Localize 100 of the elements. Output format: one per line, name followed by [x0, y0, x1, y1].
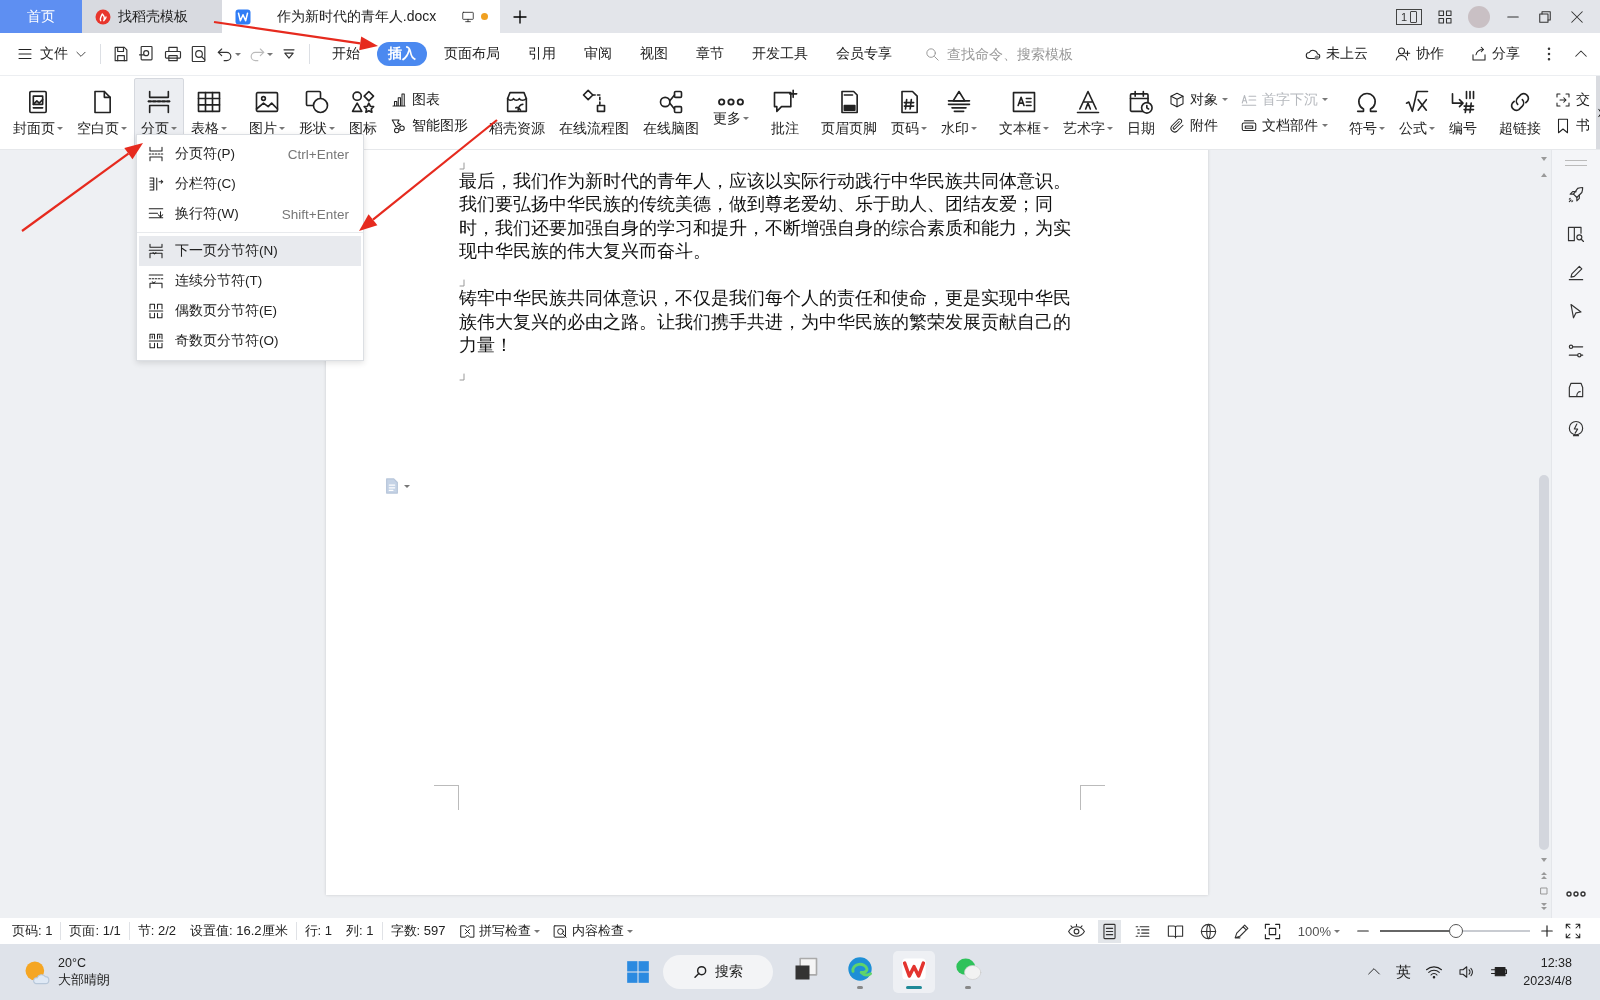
smart-graphic-icon [390, 116, 408, 135]
paperclip-icon [1168, 116, 1186, 135]
margin-mark-icon [1080, 785, 1105, 810]
rocket-button[interactable] [1566, 185, 1586, 205]
start-icon[interactable] [625, 959, 651, 985]
browser-icon [846, 955, 874, 983]
ribbon-tab[interactable]: 开发工具 [741, 42, 819, 66]
toolbar-action[interactable]: 协作 [1388, 44, 1450, 64]
panel-handle-icon[interactable] [1565, 160, 1587, 166]
ribbon-button[interactable]: 文档部件 [1240, 116, 1328, 135]
shortcut-label: Shift+Enter [281, 206, 349, 222]
zoom-level-dropdown[interactable]: 100% [1291, 922, 1346, 940]
status-field: 设置值: 16.2厘米 [190, 922, 288, 940]
fullscreen-icon[interactable] [1564, 922, 1582, 940]
paragraph-mark-icon [459, 161, 465, 170]
caret-icon [1043, 127, 1049, 130]
ribbon-tab[interactable]: 页面布局 [433, 42, 511, 66]
bar-chart-icon [390, 90, 408, 109]
ribbon-tab[interactable]: 章节 [685, 42, 735, 66]
ribbon-button[interactable]: 书 [1554, 116, 1590, 135]
ribbon-button[interactable]: 符号 [1342, 78, 1392, 147]
menu-item[interactable]: 偶数页分节符(E) [139, 296, 361, 326]
status-field: 页码: 1 [12, 922, 53, 940]
scrollbar[interactable] [1537, 150, 1551, 918]
ribbon-button[interactable]: 智能图形 [390, 116, 468, 135]
cube-icon [1168, 90, 1186, 109]
view-mode-button[interactable] [1097, 919, 1121, 943]
more-icon[interactable] [1565, 890, 1587, 898]
share-icon [1470, 45, 1488, 63]
tab[interactable]: 找稻壳模板 [82, 0, 222, 33]
menu-item[interactable]: 分栏符(C) [139, 169, 361, 199]
status-button[interactable]: 拼写检查 [453, 922, 547, 940]
ribbon-button[interactable]: 在线脑图 [636, 78, 706, 147]
status-field: 列: 1 [346, 922, 374, 940]
ribbon-button[interactable]: 图表 [390, 90, 468, 109]
monitor-icon [461, 9, 475, 24]
add-user-icon [1394, 45, 1412, 63]
file-menu[interactable]: 文件 [12, 43, 92, 65]
ribbon-button[interactable]: 封面页 [6, 78, 70, 147]
menu-item[interactable]: 换行符(W) Shift+Enter [139, 199, 361, 229]
storefront-button[interactable] [1566, 380, 1586, 400]
ribbon-tab[interactable]: 开始 [321, 42, 371, 66]
ribbon-button[interactable]: 日期 [1120, 78, 1162, 147]
screen-layout-icon[interactable]: 1 [1395, 8, 1422, 25]
ribbon-button[interactable]: 对象 [1168, 90, 1228, 109]
ribbon-button[interactable]: 超链接 [1492, 78, 1548, 147]
ribbon-button[interactable]: 空白页 [70, 78, 134, 147]
zoom-slider-thumb[interactable] [1449, 924, 1463, 938]
caret-icon [235, 52, 241, 56]
caret-icon [971, 127, 977, 130]
scroll-thumb[interactable] [1539, 475, 1549, 850]
ribbon-tab[interactable]: 审阅 [573, 42, 623, 66]
fit-screen-icon[interactable] [1262, 921, 1282, 941]
ribbon-tab[interactable]: 会员专享 [825, 42, 903, 66]
toolbar-action[interactable]: 分享 [1464, 44, 1526, 64]
caret-icon [1334, 929, 1340, 933]
status-field: 页面: 1/1 [69, 922, 121, 940]
menu-item[interactable]: 奇数页分节符(O) [139, 326, 361, 356]
caret-icon [627, 929, 634, 933]
section-break-icon [147, 242, 165, 260]
ribbon-button[interactable]: 交 [1554, 90, 1590, 109]
taskbar-search[interactable]: 搜索 [663, 955, 773, 989]
search-icon [924, 45, 941, 63]
book-search-icon [1566, 224, 1586, 244]
search-icon [693, 964, 709, 980]
select-browse-icon [1539, 886, 1549, 896]
zoom-in-icon[interactable] [1540, 924, 1554, 938]
caret-icon [921, 127, 927, 130]
clock-date[interactable]: 2023/4/8 [1523, 972, 1572, 990]
ribbon-button[interactable]: 水印 [934, 78, 984, 147]
tab[interactable]: 作为新时代的青年人.docx [222, 0, 500, 33]
wifi-icon[interactable] [1425, 963, 1444, 981]
toolbar-action[interactable]: 未上云 [1298, 44, 1374, 64]
caret-icon [57, 127, 63, 130]
pen-button[interactable] [1566, 263, 1586, 283]
lightning-bulb-button[interactable] [1566, 419, 1586, 439]
ribbon-tab[interactable]: 视图 [629, 42, 679, 66]
clock-time[interactable]: 12:38 [1540, 954, 1572, 972]
ribbon-button[interactable]: 页码 [884, 78, 934, 147]
running-indicator [965, 986, 971, 989]
input-method[interactable]: 英 [1396, 962, 1412, 982]
storefront-icon [1566, 380, 1586, 400]
grid-icon[interactable] [1436, 7, 1454, 26]
ribbon-button[interactable]: 公式 [1392, 78, 1442, 147]
ribbon-button[interactable]: 文本框 [992, 78, 1056, 147]
ribbon-button[interactable]: 编号 [1442, 78, 1484, 147]
ribbon-button[interactable]: 页眉页脚 [814, 78, 884, 147]
menu-item[interactable]: 下一页分节符(N) [139, 236, 361, 266]
ribbon-button[interactable]: 在线流程图 [552, 78, 636, 147]
status-button[interactable]: 内容检查 [546, 922, 640, 940]
book-search-button[interactable] [1566, 224, 1586, 244]
speaker-icon[interactable] [1457, 963, 1476, 981]
ribbon-tab[interactable]: 引用 [517, 42, 567, 66]
ribbon-button[interactable]: 批注 [764, 78, 806, 147]
ribbon-button[interactable]: 稻壳资源 [482, 78, 552, 147]
ribbon-button[interactable]: 附件 [1168, 116, 1228, 135]
menu-item[interactable]: 连续分节符(T) [139, 266, 361, 296]
search-field[interactable]: 查找命令、搜索模板 [924, 45, 1109, 63]
ribbon-button[interactable]: 艺术字 [1056, 78, 1120, 147]
ribbon-button[interactable]: 更多 [706, 78, 756, 147]
